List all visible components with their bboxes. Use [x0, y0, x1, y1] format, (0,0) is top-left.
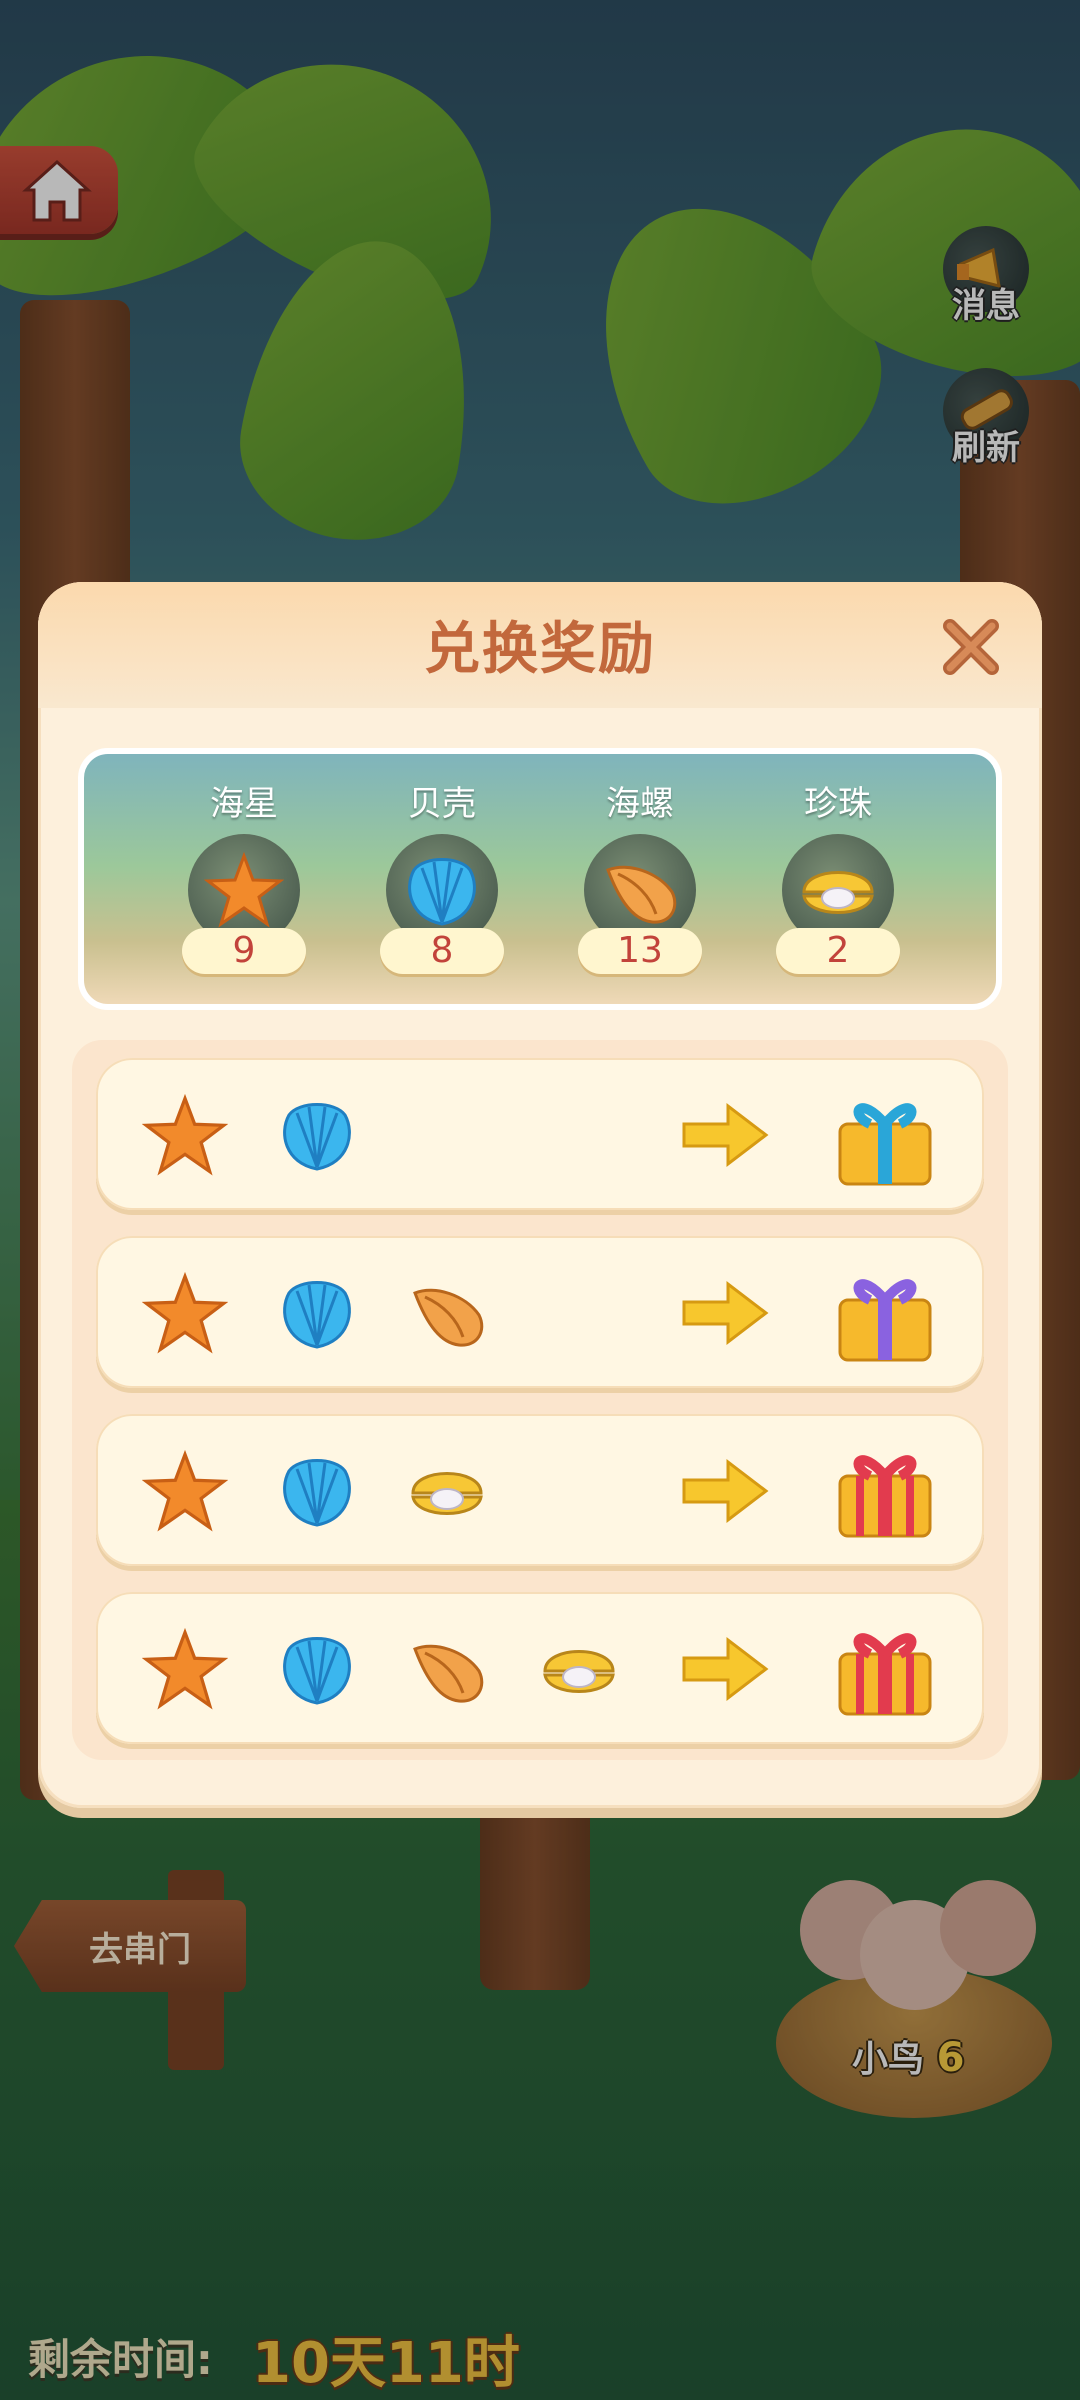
pearl-icon	[411, 1472, 483, 1515]
recipe-slot	[272, 1090, 362, 1180]
gift-purple-icon[interactable]	[830, 1260, 940, 1364]
recipe-slot	[140, 1090, 230, 1180]
gift-blue-icon[interactable]	[830, 1084, 940, 1188]
pearl-icon	[802, 871, 874, 914]
arrow-right-icon	[680, 1624, 770, 1714]
shell-icon	[408, 858, 476, 926]
inventory-label: 海螺	[606, 784, 674, 824]
starfish-icon	[204, 851, 284, 928]
recipe-slot	[402, 1446, 492, 1536]
inventory-label: 珍珠	[804, 784, 872, 824]
starfish-icon	[142, 1449, 228, 1532]
shell-icon	[283, 1637, 351, 1705]
starfish-icon	[142, 1093, 228, 1176]
arrow-right-icon	[680, 1268, 770, 1358]
recipe-slot	[272, 1446, 362, 1536]
shell-icon	[283, 1459, 351, 1527]
gift-red-icon[interactable]	[830, 1436, 940, 1540]
recipe-slot	[140, 1446, 230, 1536]
close-button[interactable]	[936, 612, 1006, 682]
inventory-count: 13	[578, 928, 702, 974]
shell-icon	[283, 1103, 351, 1171]
recipe-slot	[402, 1268, 492, 1358]
inventory-label: 海星	[210, 784, 278, 824]
recipe-slot	[272, 1268, 362, 1358]
arrow-right-icon	[680, 1090, 770, 1180]
inventory-count: 2	[776, 928, 900, 974]
conch-icon	[606, 865, 677, 924]
recipe-slot	[402, 1624, 492, 1714]
starfish-icon	[142, 1271, 228, 1354]
shell-icon	[283, 1281, 351, 1349]
inventory-count: 9	[182, 928, 306, 974]
recipe-slot	[140, 1624, 230, 1714]
recipe-slot	[272, 1624, 362, 1714]
recipe-slot	[140, 1268, 230, 1358]
recipe-slot	[534, 1624, 624, 1714]
dialog-title: 兑换奖励	[424, 617, 656, 682]
pearl-icon	[543, 1650, 615, 1693]
inventory-count: 8	[380, 928, 504, 974]
starfish-icon	[142, 1627, 228, 1710]
arrow-right-icon	[680, 1446, 770, 1536]
conch-icon	[413, 1288, 484, 1347]
gift-red-icon[interactable]	[830, 1614, 940, 1718]
inventory-label: 贝壳	[408, 784, 476, 824]
close-icon	[943, 619, 999, 675]
conch-icon	[413, 1644, 484, 1703]
